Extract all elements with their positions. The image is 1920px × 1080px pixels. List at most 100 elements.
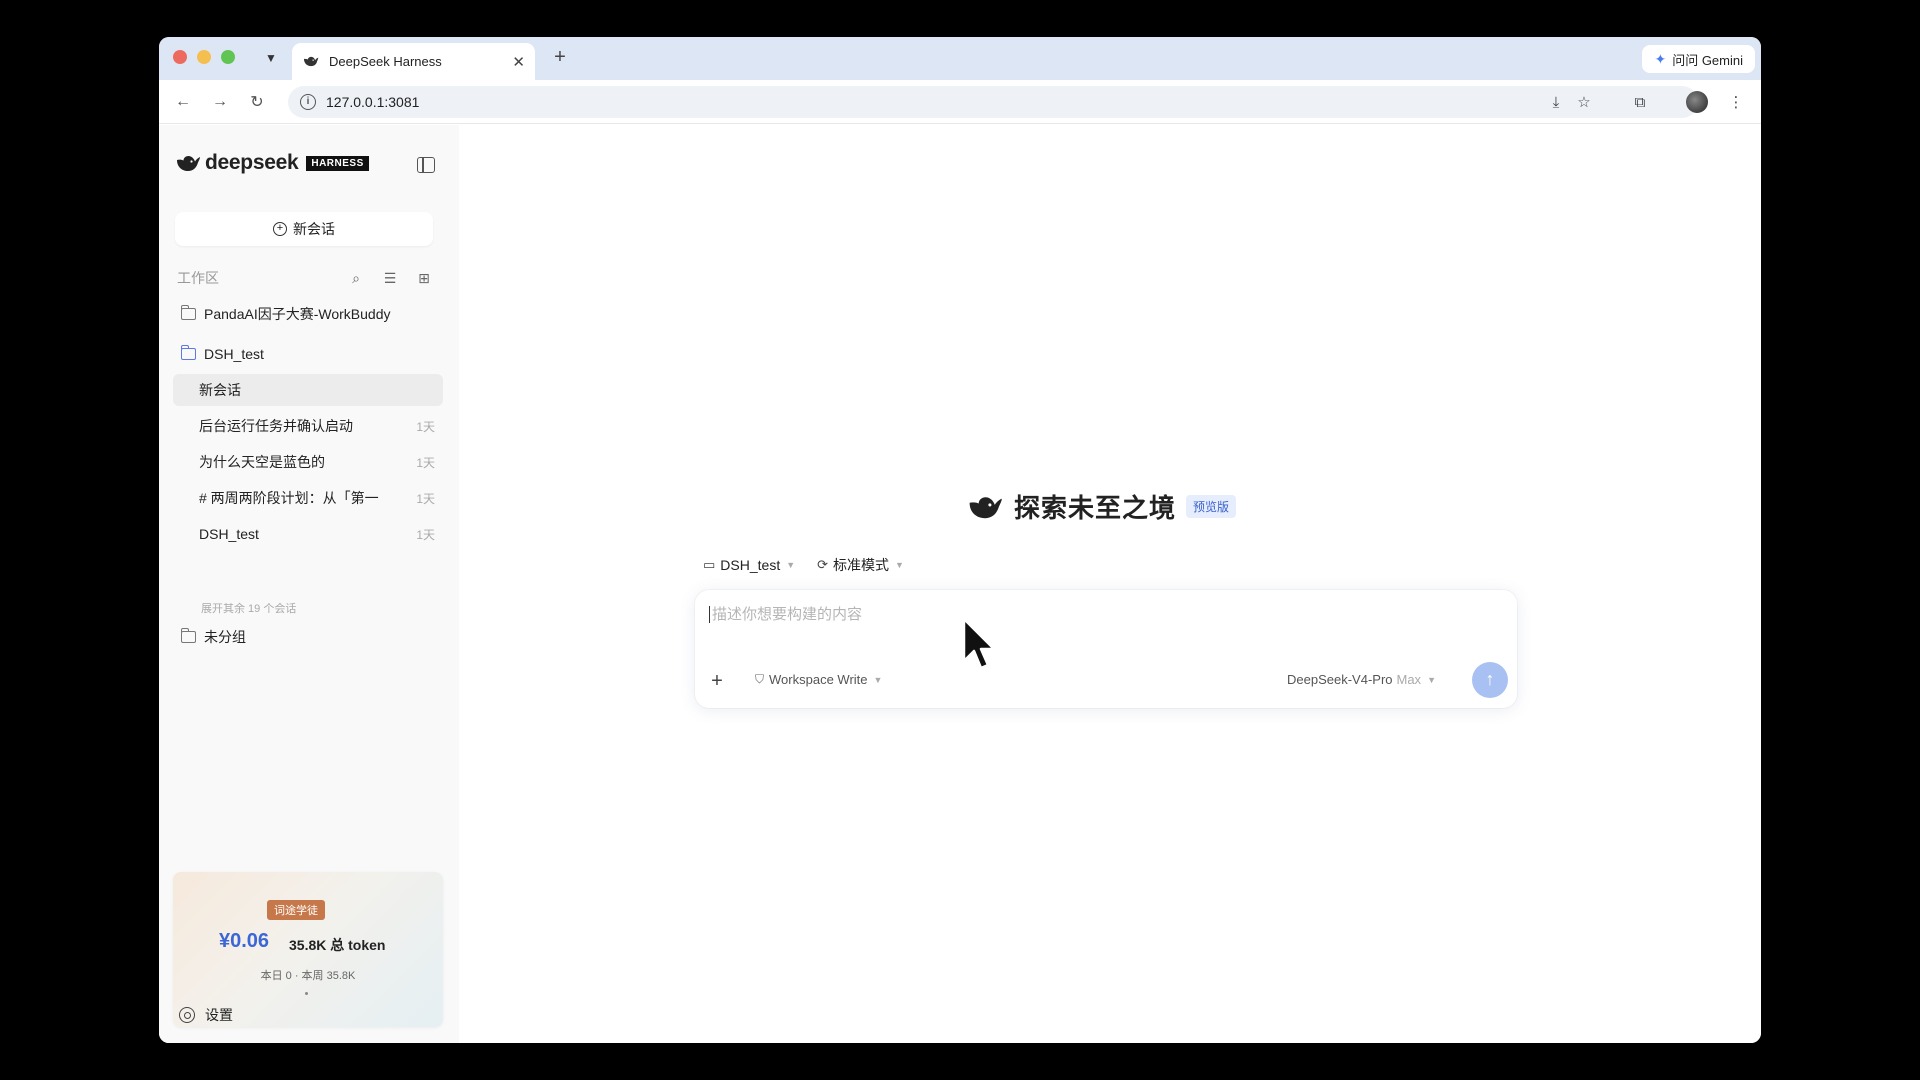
add-folder-icon[interactable]: ⊞	[415, 269, 433, 287]
workspace-label: 工作区	[177, 270, 219, 286]
folder-icon	[180, 628, 196, 643]
session-title: # 两周两阶段计划：从「第一	[199, 490, 379, 506]
browser-tab[interactable]: DeepSeek Harness ✕	[292, 43, 535, 80]
usage-breakdown: 本日 0 · 本周 35.8K	[260, 970, 356, 982]
permission-label: Workspace Write	[769, 672, 868, 687]
profile-avatar[interactable]	[1686, 91, 1708, 113]
session-time: 1天	[416, 419, 435, 434]
reload-icon[interactable]: ↻	[246, 91, 268, 113]
browser-window: ▼ DeepSeek Harness ✕ + ✦ 问问 Gemini ← → ↻…	[159, 37, 1761, 1043]
gemini-sparkle-icon: ✦	[1654, 50, 1667, 67]
logo-text: deepseek	[205, 151, 299, 174]
hero-title: 探索未至之境	[1014, 493, 1177, 523]
pager-dot	[305, 992, 308, 995]
folder-icon	[180, 305, 196, 320]
folder-open-icon	[180, 345, 196, 360]
hero-heading: 探索未至之境 预览版	[966, 488, 1237, 525]
mode-selector-label: 标准模式	[833, 557, 890, 573]
gemini-label: 问问 Gemini	[1672, 52, 1743, 68]
address-bar[interactable]: i 127.0.0.1:3081	[288, 86, 1698, 118]
session-title: 后台运行任务并确认启动	[199, 418, 353, 434]
session-item[interactable]: # 两周两阶段计划：从「第一 1天	[173, 482, 443, 514]
search-icon[interactable]: ⌕	[347, 269, 365, 287]
deepseek-logo: deepseek HARNESS	[175, 151, 369, 175]
workspace-selector-label: DSH_test	[720, 557, 781, 573]
model-name: DeepSeek-V4-Pro	[1287, 672, 1393, 687]
maximize-window-button[interactable]	[221, 50, 235, 64]
more-menu-icon[interactable]: ⋮	[1725, 91, 1747, 113]
session-item[interactable]: 新会话	[173, 374, 443, 406]
sidebar: deepseek HARNESS + 新会话 工作区 ⌕ ☰ ⊞ PandaAI…	[159, 125, 459, 1043]
session-title: 为什么天空是蓝色的	[199, 454, 325, 470]
session-item[interactable]: 为什么天空是蓝色的 1天	[173, 446, 443, 478]
usage-stats-card[interactable]: 词途学徒 ¥0.06 35.8K 总 token 本日 0 · 本周 35.8K	[173, 872, 443, 1027]
back-arrow-icon[interactable]: ←	[172, 91, 194, 113]
deepseek-favicon-icon	[303, 56, 319, 67]
model-level: Max	[1396, 672, 1422, 687]
new-chat-button[interactable]: + 新会话	[175, 212, 433, 246]
shield-icon: ⛉	[755, 672, 765, 686]
context-selectors: ▭ DSH_test ▼ ⟳ 标准模式 ▼	[703, 555, 926, 575]
deepseek-whale-icon	[969, 496, 1002, 518]
forward-arrow-icon[interactable]: →	[209, 91, 231, 113]
site-info-icon[interactable]: i	[300, 94, 316, 110]
send-button[interactable]: ↑	[1472, 662, 1508, 698]
new-chat-label: 新会话	[293, 221, 335, 237]
logo-badge: HARNESS	[306, 155, 369, 171]
tab-close-icon[interactable]: ✕	[512, 53, 525, 71]
workspace-header: 工作区 ⌕ ☰ ⊞	[177, 268, 433, 288]
deepseek-whale-icon	[177, 156, 200, 171]
chevron-down-icon: ▼	[1427, 674, 1436, 685]
session-item[interactable]: 后台运行任务并确认启动 1天	[173, 410, 443, 442]
session-time: 1天	[416, 491, 435, 506]
session-title: DSH_test	[199, 526, 259, 542]
mode-icon: ⟳	[817, 557, 829, 572]
settings-button[interactable]: 设置	[179, 1005, 233, 1025]
gemini-button[interactable]: ✦ 问问 Gemini	[1642, 45, 1755, 73]
url-text: 127.0.0.1:3081	[326, 94, 420, 110]
browser-toolbar: ← → ↻ i 127.0.0.1:3081 ⤓ ☆ ⧉ ⋮	[159, 80, 1761, 124]
new-tab-plus-icon[interactable]: +	[548, 46, 572, 70]
settings-label: 设置	[205, 1007, 233, 1023]
bookmark-star-icon[interactable]: ☆	[1573, 91, 1595, 113]
cost-value: ¥0.06	[219, 930, 270, 952]
token-total: 35.8K 总 token	[289, 937, 386, 953]
gear-icon	[179, 1007, 195, 1023]
session-time: 1天	[416, 527, 435, 542]
folder-item[interactable]: PandaAI因子大赛-WorkBuddy	[175, 299, 441, 329]
folder-name: PandaAI因子大赛-WorkBuddy	[204, 306, 391, 322]
folder-name: DSH_test	[204, 346, 264, 362]
mode-selector[interactable]: ⟳ 标准模式 ▼	[817, 555, 904, 575]
app-content: deepseek HARNESS + 新会话 工作区 ⌕ ☰ ⊞ PandaAI…	[159, 125, 1761, 1043]
attach-plus-icon[interactable]: +	[705, 670, 729, 694]
folder-item[interactable]: DSH_test	[175, 339, 441, 369]
expand-more-sessions-link[interactable]: 展开其余 19 个会话	[201, 600, 296, 616]
session-item[interactable]: DSH_test 1天	[173, 518, 443, 550]
plus-circle-icon: +	[273, 222, 287, 236]
sidebar-toggle-icon[interactable]	[417, 157, 435, 173]
mouse-pointer-icon	[962, 617, 996, 670]
tab-title: DeepSeek Harness	[329, 54, 442, 69]
filter-icon[interactable]: ☰	[381, 269, 399, 287]
rank-badge: 词途学徒	[267, 900, 325, 920]
chevron-down-icon: ▼	[786, 560, 796, 570]
prompt-composer: + ⛉ Workspace Write ▼ DeepSeek-V4-Pro Ma…	[695, 590, 1517, 708]
extensions-puzzle-icon[interactable]: ⧉	[1629, 91, 1651, 113]
tab-search-chevron-icon[interactable]: ▼	[258, 45, 284, 71]
prompt-input[interactable]	[709, 606, 1489, 623]
install-app-icon[interactable]: ⤓	[1545, 91, 1567, 113]
close-window-button[interactable]	[173, 50, 187, 64]
permission-selector[interactable]: ⛉ Workspace Write ▼	[755, 672, 882, 687]
chevron-down-icon: ▼	[873, 674, 883, 685]
folder-name: 未分组	[204, 629, 246, 645]
workspace-selector[interactable]: ▭ DSH_test ▼	[703, 557, 795, 573]
chevron-down-icon: ▼	[895, 560, 904, 570]
tab-bar: ▼ DeepSeek Harness ✕ + ✦ 问问 Gemini	[159, 37, 1761, 80]
model-selector[interactable]: DeepSeek-V4-Pro Max ▼	[1287, 672, 1436, 687]
preview-badge: 预览版	[1186, 495, 1237, 518]
session-time: 1天	[416, 455, 435, 470]
folder-icon: ▭	[703, 557, 716, 572]
session-title: 新会话	[199, 382, 241, 398]
folder-item[interactable]: 未分组	[175, 622, 441, 652]
minimize-window-button[interactable]	[197, 50, 211, 64]
